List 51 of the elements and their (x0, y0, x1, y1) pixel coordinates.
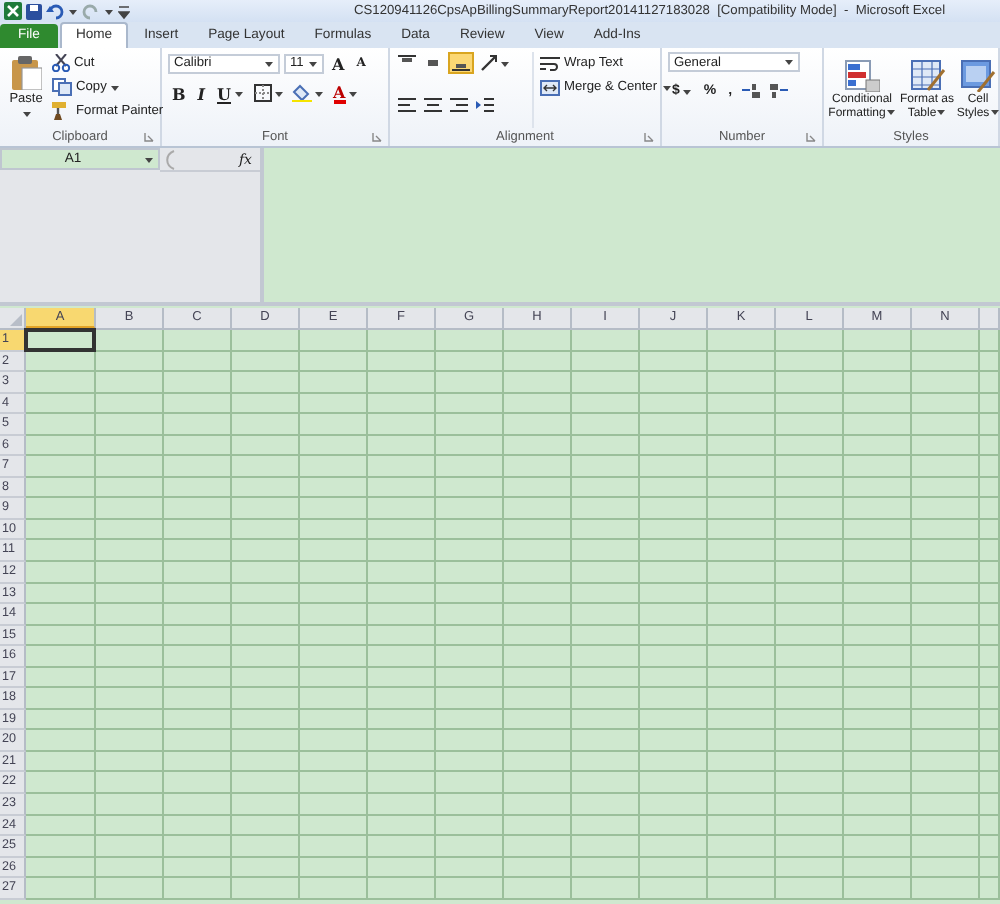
ribbon-button[interactable] (474, 94, 496, 116)
collapse-handle-icon[interactable] (160, 149, 176, 169)
spreadsheet-logo-icon[interactable] (4, 2, 22, 20)
caret-icon (784, 58, 794, 66)
copy-icon (52, 78, 72, 96)
cell-styles-icon (960, 60, 996, 92)
ribbon-button[interactable] (768, 80, 793, 102)
undo-icon[interactable] (46, 3, 64, 19)
ribbon-button[interactable] (251, 82, 285, 104)
align-middle-icon (424, 54, 442, 72)
ribbon-button[interactable] (478, 52, 512, 74)
scissors-icon (52, 54, 70, 72)
ribbon-button[interactable] (448, 52, 474, 74)
column-header[interactable] (980, 308, 1000, 330)
ribbon-button[interactable]: A (329, 82, 362, 104)
ribbon-button[interactable]: I (193, 82, 210, 104)
ribbon-button[interactable]: A (328, 52, 349, 74)
decrease-decimal-icon (770, 82, 791, 100)
redo-icon[interactable] (82, 3, 100, 19)
caret-icon (264, 59, 274, 67)
indent-icon (476, 96, 494, 114)
ribbon-button[interactable] (396, 94, 418, 116)
align-left-icon (398, 96, 416, 114)
align-right-icon (450, 96, 468, 114)
caret-icon (104, 7, 114, 15)
table-icon (909, 60, 945, 92)
dialog-launcher-icon[interactable] (144, 132, 154, 142)
dialog-launcher-icon[interactable] (644, 132, 654, 142)
increase-decimal-icon (742, 82, 763, 100)
clipboard-icon (10, 54, 42, 90)
text-orientation-icon (480, 54, 498, 72)
merge-cells-icon (540, 79, 560, 95)
conditional-formatting-icon (844, 60, 880, 92)
caret-icon (68, 7, 78, 15)
save-icon[interactable] (26, 3, 42, 19)
customize-menu-icon[interactable] (118, 3, 130, 19)
dialog-launcher-icon[interactable] (806, 132, 816, 142)
ribbon-button[interactable] (448, 94, 470, 116)
wrap-text-icon (540, 55, 560, 71)
paintbrush-icon (52, 102, 72, 120)
ribbon-button[interactable]: B (168, 82, 190, 104)
dialog-launcher-icon[interactable] (372, 132, 382, 142)
ribbon-button[interactable]: U (213, 82, 247, 104)
select-all-icon[interactable] (10, 314, 22, 326)
borders-icon (253, 84, 271, 102)
caret-icon (144, 155, 154, 163)
ribbon-button[interactable] (422, 94, 444, 116)
caret-icon (308, 59, 318, 67)
align-center-icon (424, 96, 442, 114)
ribbon-button[interactable] (740, 80, 765, 102)
paint-bucket-icon (291, 84, 311, 102)
